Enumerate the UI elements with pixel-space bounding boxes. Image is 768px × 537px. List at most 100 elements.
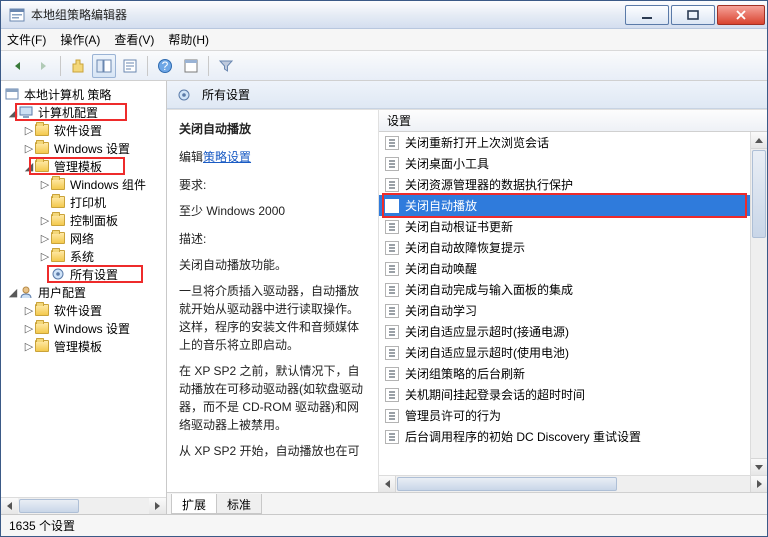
expand-icon[interactable]: ▷ bbox=[23, 304, 35, 317]
expand-icon[interactable]: ▷ bbox=[23, 142, 35, 155]
folder-icon bbox=[51, 214, 65, 226]
list-item[interactable]: 关闭自动唤醒 bbox=[379, 258, 767, 279]
filter-button[interactable] bbox=[214, 54, 238, 78]
expand-icon[interactable]: ▷ bbox=[39, 214, 51, 227]
policy-item-icon bbox=[385, 388, 399, 402]
list-item[interactable]: 关闭自动学习 bbox=[379, 300, 767, 321]
policy-item-icon bbox=[385, 241, 399, 255]
tab-extended[interactable]: 扩展 bbox=[171, 494, 217, 514]
minimize-button[interactable] bbox=[625, 5, 669, 25]
list-item-label: 关闭重新打开上次浏览会话 bbox=[405, 134, 549, 151]
list-item[interactable]: 关闭自动根证书更新 bbox=[379, 216, 767, 237]
tree-control-panel[interactable]: ▷控制面板 bbox=[3, 211, 165, 229]
description-text: 一旦将介质插入驱动器，自动播放就开始从驱动器中进行读取操作。这样，程序的安装文件… bbox=[179, 282, 366, 354]
tree-user-config[interactable]: ◢用户配置 bbox=[3, 283, 165, 301]
expand-icon[interactable]: ◢ bbox=[7, 106, 19, 119]
list-item[interactable]: 关闭自动播放 bbox=[379, 195, 767, 216]
scrollbar-h[interactable] bbox=[379, 475, 767, 492]
list-rows[interactable]: 关闭重新打开上次浏览会话关闭桌面小工具关闭资源管理器的数据执行保护关闭自动播放关… bbox=[379, 132, 767, 475]
help-button[interactable]: ? bbox=[153, 54, 177, 78]
tree-admin-templates[interactable]: ◢管理模板 bbox=[3, 157, 165, 175]
scroll-thumb[interactable] bbox=[397, 477, 617, 491]
tree-user-windows[interactable]: ▷Windows 设置 bbox=[3, 319, 165, 337]
back-button[interactable] bbox=[5, 54, 29, 78]
tree-windows-components[interactable]: ▷Windows 组件 bbox=[3, 175, 165, 193]
menu-view[interactable]: 查看(V) bbox=[114, 31, 154, 48]
properties-button[interactable] bbox=[179, 54, 203, 78]
tree-scroll-h[interactable] bbox=[1, 497, 166, 514]
client-area: 本地计算机 策略 ◢ 计算机配置 ▷软件设置 ▷Windows 设置 ◢管理模板… bbox=[1, 81, 767, 514]
policy-item-icon bbox=[385, 136, 399, 150]
expand-icon[interactable]: ◢ bbox=[7, 286, 19, 299]
tree-user-software[interactable]: ▷软件设置 bbox=[3, 301, 165, 319]
menu-action[interactable]: 操作(A) bbox=[60, 31, 100, 48]
maximize-button[interactable] bbox=[671, 5, 715, 25]
expand-icon[interactable]: ▷ bbox=[23, 340, 35, 353]
list-item-label: 关闭自动学习 bbox=[405, 302, 477, 319]
column-header[interactable]: 设置 bbox=[379, 110, 767, 132]
expand-icon[interactable]: ▷ bbox=[39, 232, 51, 245]
list-item-label: 关闭自动根证书更新 bbox=[405, 218, 513, 235]
list-item[interactable]: 关闭组策略的后台刷新 bbox=[379, 363, 767, 384]
policy-item-icon bbox=[385, 409, 399, 423]
scroll-right-icon[interactable] bbox=[750, 476, 767, 492]
tree-printers[interactable]: 打印机 bbox=[3, 193, 165, 211]
folder-icon bbox=[35, 340, 49, 352]
tree-windows-settings[interactable]: ▷Windows 设置 bbox=[3, 139, 165, 157]
requirements-label: 要求: bbox=[179, 176, 366, 194]
settings-icon bbox=[51, 267, 65, 281]
list-item[interactable]: 关闭自适应显示超时(使用电池) bbox=[379, 342, 767, 363]
scroll-thumb[interactable] bbox=[752, 150, 766, 238]
list-item[interactable]: 关闭资源管理器的数据执行保护 bbox=[379, 174, 767, 195]
list-item[interactable]: 关机期间挂起登录会话的超时时间 bbox=[379, 384, 767, 405]
scroll-thumb[interactable] bbox=[19, 499, 79, 513]
content-header: 所有设置 bbox=[167, 81, 767, 109]
folder-icon bbox=[51, 178, 65, 190]
tree-pane[interactable]: 本地计算机 策略 ◢ 计算机配置 ▷软件设置 ▷Windows 设置 ◢管理模板… bbox=[1, 81, 167, 497]
policy-item-icon bbox=[385, 199, 399, 213]
tree-user-admin[interactable]: ▷管理模板 bbox=[3, 337, 165, 355]
expand-icon[interactable]: ▷ bbox=[23, 124, 35, 137]
expand-icon[interactable]: ▷ bbox=[39, 250, 51, 263]
expand-icon[interactable]: ◢ bbox=[23, 160, 35, 173]
list-item[interactable]: 后台调用程序的初始 DC Discovery 重试设置 bbox=[379, 426, 767, 447]
list-item[interactable]: 关闭自动故障恢复提示 bbox=[379, 237, 767, 258]
menubar: 文件(F) 操作(A) 查看(V) 帮助(H) bbox=[1, 29, 767, 51]
forward-button[interactable] bbox=[31, 54, 55, 78]
menu-help[interactable]: 帮助(H) bbox=[168, 31, 209, 48]
list-item[interactable]: 关闭自动完成与输入面板的集成 bbox=[379, 279, 767, 300]
scroll-up-icon[interactable] bbox=[751, 132, 767, 149]
folder-icon bbox=[51, 250, 65, 262]
list-item[interactable]: 关闭重新打开上次浏览会话 bbox=[379, 132, 767, 153]
scroll-left-icon[interactable] bbox=[379, 476, 396, 492]
up-button[interactable] bbox=[66, 54, 90, 78]
edit-label: 编辑 bbox=[179, 150, 203, 164]
tab-standard[interactable]: 标准 bbox=[216, 494, 262, 514]
app-icon bbox=[9, 7, 25, 23]
scroll-right-icon[interactable] bbox=[149, 498, 166, 514]
show-tree-button[interactable] bbox=[92, 54, 116, 78]
menu-file[interactable]: 文件(F) bbox=[7, 31, 46, 48]
scroll-down-icon[interactable] bbox=[751, 458, 767, 475]
list-item[interactable]: 关闭桌面小工具 bbox=[379, 153, 767, 174]
scroll-left-icon[interactable] bbox=[1, 498, 18, 514]
list-item-label: 关闭桌面小工具 bbox=[405, 155, 489, 172]
tree-network[interactable]: ▷网络 bbox=[3, 229, 165, 247]
export-button[interactable] bbox=[118, 54, 142, 78]
list-item[interactable]: 管理员许可的行为 bbox=[379, 405, 767, 426]
tree-software-settings[interactable]: ▷软件设置 bbox=[3, 121, 165, 139]
edit-policy-link[interactable]: 策略设置 bbox=[203, 150, 251, 164]
list-item[interactable]: 关闭自适应显示超时(接通电源) bbox=[379, 321, 767, 342]
expand-icon[interactable]: ▷ bbox=[39, 178, 51, 191]
tree-root[interactable]: 本地计算机 策略 bbox=[3, 85, 165, 103]
tree-all-settings[interactable]: 所有设置 bbox=[3, 265, 165, 283]
tree-system[interactable]: ▷系统 bbox=[3, 247, 165, 265]
folder-icon bbox=[51, 232, 65, 244]
computer-icon bbox=[19, 105, 33, 119]
expand-icon[interactable]: ▷ bbox=[23, 322, 35, 335]
policy-item-icon bbox=[385, 346, 399, 360]
close-button[interactable] bbox=[717, 5, 765, 25]
tree-computer-config[interactable]: ◢ 计算机配置 bbox=[3, 103, 165, 121]
scrollbar-v[interactable] bbox=[750, 132, 767, 475]
toolbar-separator bbox=[208, 56, 209, 76]
